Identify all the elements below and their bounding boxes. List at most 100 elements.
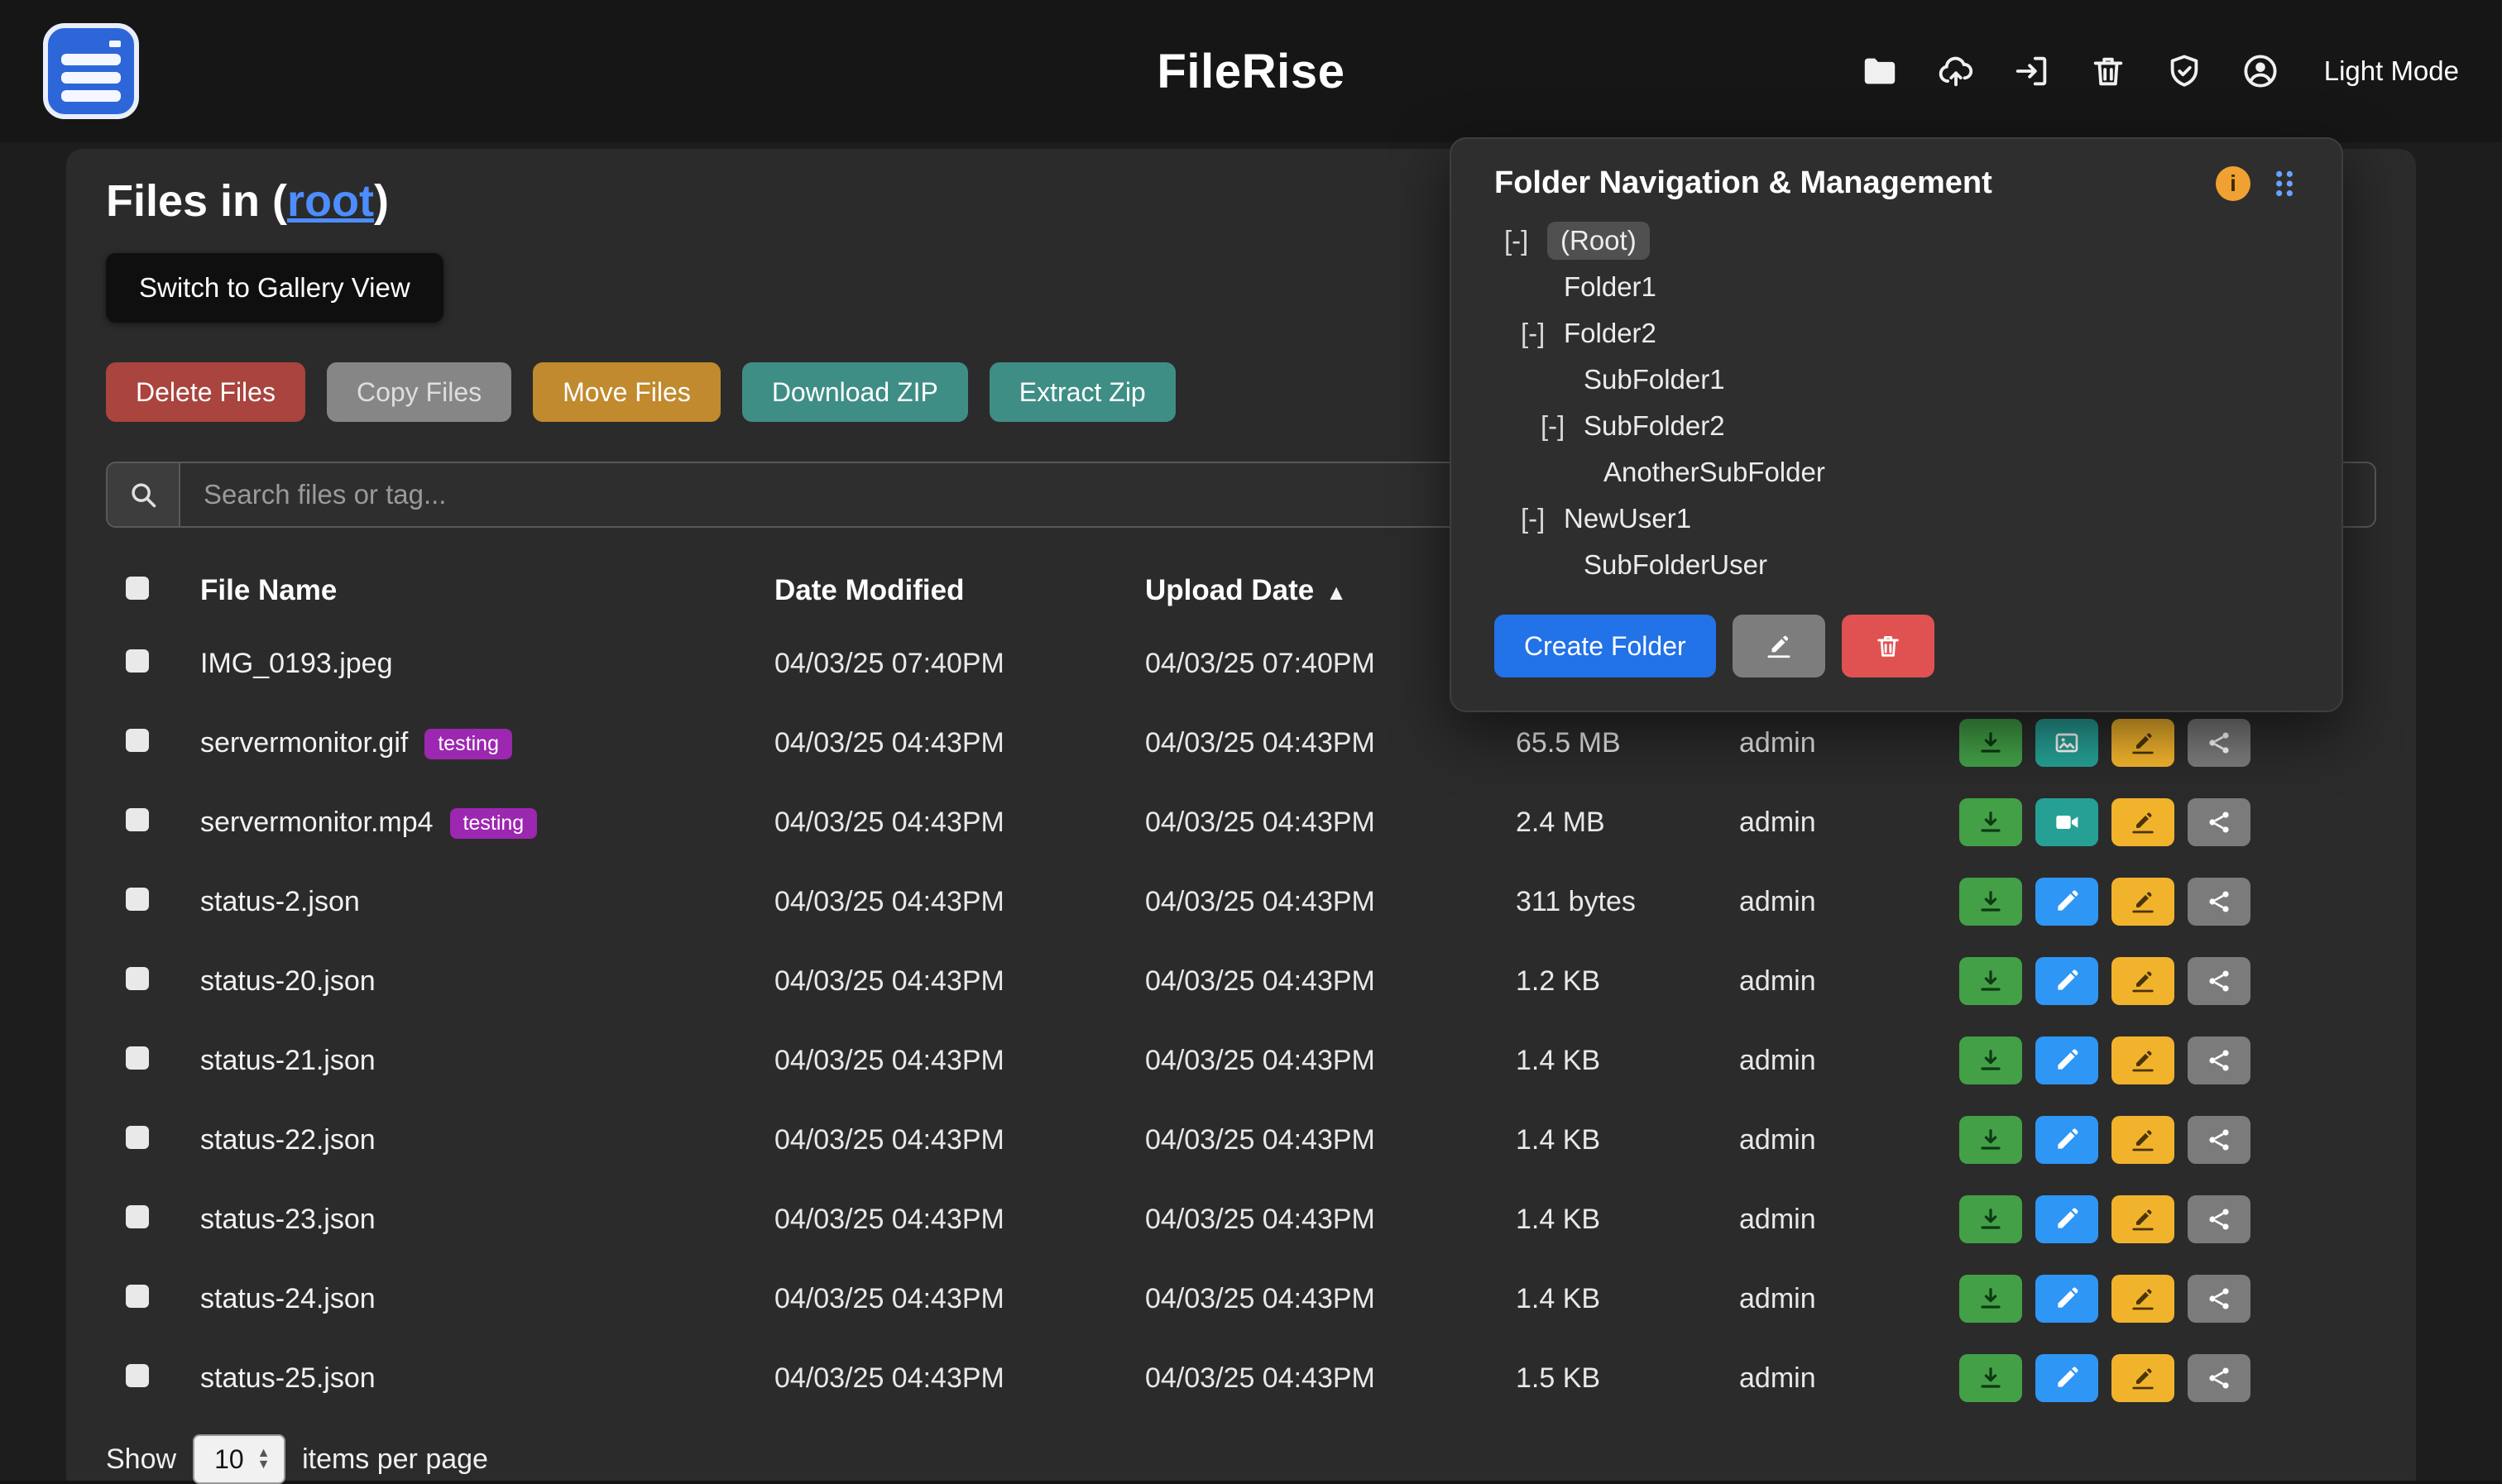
share-button[interactable]: [2188, 1354, 2250, 1402]
tree-item-label[interactable]: SubFolder1: [1584, 364, 1725, 395]
collapse-toggle[interactable]: [-]: [1521, 318, 1564, 349]
share-button[interactable]: [2188, 719, 2250, 767]
share-button[interactable]: [2188, 1036, 2250, 1084]
root-breadcrumb-link[interactable]: root: [287, 176, 374, 226]
tree-item-label[interactable]: SubFolder2: [1584, 410, 1725, 442]
tree-item-label[interactable]: NewUser1: [1564, 503, 1691, 534]
collapse-toggle[interactable]: [-]: [1541, 410, 1584, 442]
row-checkbox[interactable]: [126, 1285, 149, 1308]
row-checkbox[interactable]: [126, 967, 149, 990]
file-name-link[interactable]: servermonitor.mp4: [200, 807, 434, 838]
share-button[interactable]: [2188, 957, 2250, 1005]
row-checkbox[interactable]: [126, 1046, 149, 1070]
edit-button[interactable]: [2035, 957, 2098, 1005]
edit-button[interactable]: [2035, 1354, 2098, 1402]
file-name-link[interactable]: IMG_0193.jpeg: [200, 648, 393, 679]
trash-icon[interactable]: [2089, 52, 2127, 90]
drag-handle-icon[interactable]: [2270, 168, 2298, 199]
header-date-modified[interactable]: Date Modified: [774, 574, 1145, 607]
file-name-link[interactable]: status-22.json: [200, 1124, 376, 1156]
tree-item-anothersubfolder[interactable]: AnotherSubFolder: [1494, 449, 2298, 495]
tree-item-root[interactable]: [-] (Root): [1494, 218, 2298, 264]
row-checkbox[interactable]: [126, 1126, 149, 1149]
rename-button[interactable]: [2111, 1036, 2174, 1084]
file-name-link[interactable]: status-20.json: [200, 965, 376, 997]
select-all-checkbox[interactable]: [126, 577, 149, 600]
download-button[interactable]: [1959, 1036, 2022, 1084]
gallery-view-button[interactable]: Switch to Gallery View: [106, 253, 443, 323]
tree-item-folder2[interactable]: [-] Folder2: [1494, 310, 2298, 357]
rename-folder-button[interactable]: [1733, 615, 1825, 677]
tree-item-label[interactable]: SubFolderUser: [1584, 549, 1767, 581]
file-name-link[interactable]: status-23.json: [200, 1204, 376, 1235]
cloud-upload-icon[interactable]: [1937, 52, 1975, 90]
tree-item-newuser1[interactable]: [-] NewUser1: [1494, 495, 2298, 542]
folder-icon[interactable]: [1861, 52, 1899, 90]
download-button[interactable]: [1959, 719, 2022, 767]
move-files-button[interactable]: Move Files: [533, 362, 721, 422]
tree-item-label[interactable]: Folder2: [1564, 318, 1656, 349]
download-zip-button[interactable]: Download ZIP: [742, 362, 968, 422]
shield-check-icon[interactable]: [2165, 52, 2203, 90]
edit-button[interactable]: [2035, 1275, 2098, 1323]
rename-button[interactable]: [2111, 1116, 2174, 1164]
download-button[interactable]: [1959, 1195, 2022, 1243]
items-per-page-select[interactable]: 10: [193, 1434, 285, 1484]
edit-button[interactable]: [2035, 878, 2098, 926]
logout-icon[interactable]: [2013, 52, 2051, 90]
rename-button[interactable]: [2111, 1354, 2174, 1402]
file-tag[interactable]: testing: [424, 729, 512, 759]
copy-files-button[interactable]: Copy Files: [327, 362, 511, 422]
header-file-name[interactable]: File Name: [200, 574, 774, 607]
rename-button[interactable]: [2111, 1275, 2174, 1323]
tree-item-folder1[interactable]: Folder1: [1494, 264, 2298, 310]
download-button[interactable]: [1959, 798, 2022, 846]
tree-item-subfolderuser[interactable]: SubFolderUser: [1494, 542, 2298, 588]
download-button[interactable]: [1959, 957, 2022, 1005]
share-button[interactable]: [2188, 798, 2250, 846]
row-checkbox[interactable]: [126, 808, 149, 831]
account-circle-icon[interactable]: [2241, 52, 2279, 90]
filerise-logo-icon[interactable]: [43, 23, 139, 119]
share-button[interactable]: [2188, 1195, 2250, 1243]
rename-button[interactable]: [2111, 719, 2174, 767]
rename-button[interactable]: [2111, 1195, 2174, 1243]
edit-button[interactable]: [2035, 1195, 2098, 1243]
row-checkbox[interactable]: [126, 729, 149, 752]
row-checkbox[interactable]: [126, 888, 149, 911]
rename-button[interactable]: [2111, 878, 2174, 926]
delete-folder-button[interactable]: [1842, 615, 1934, 677]
tree-item-subfolder1[interactable]: SubFolder1: [1494, 357, 2298, 403]
search-icon[interactable]: [108, 463, 180, 526]
file-tag[interactable]: testing: [450, 808, 538, 839]
share-button[interactable]: [2188, 1116, 2250, 1164]
rename-button[interactable]: [2111, 798, 2174, 846]
light-mode-toggle[interactable]: Light Mode: [2324, 55, 2459, 87]
row-checkbox[interactable]: [126, 649, 149, 673]
share-button[interactable]: [2188, 1275, 2250, 1323]
create-folder-button[interactable]: Create Folder: [1494, 615, 1716, 677]
preview-image-button[interactable]: [2035, 719, 2098, 767]
tree-item-subfolder2[interactable]: [-] SubFolder2: [1494, 403, 2298, 449]
edit-button[interactable]: [2035, 1036, 2098, 1084]
file-name-link[interactable]: servermonitor.gif: [200, 727, 408, 759]
download-button[interactable]: [1959, 878, 2022, 926]
row-checkbox[interactable]: [126, 1205, 149, 1228]
tree-item-label[interactable]: Folder1: [1564, 271, 1656, 303]
file-name-link[interactable]: status-25.json: [200, 1362, 376, 1394]
tree-item-label[interactable]: AnotherSubFolder: [1603, 457, 1825, 488]
delete-files-button[interactable]: Delete Files: [106, 362, 305, 422]
share-button[interactable]: [2188, 878, 2250, 926]
file-name-link[interactable]: status-24.json: [200, 1283, 376, 1314]
download-button[interactable]: [1959, 1275, 2022, 1323]
rename-button[interactable]: [2111, 957, 2174, 1005]
file-name-link[interactable]: status-2.json: [200, 886, 360, 917]
file-name-link[interactable]: status-21.json: [200, 1045, 376, 1076]
download-button[interactable]: [1959, 1116, 2022, 1164]
download-button[interactable]: [1959, 1354, 2022, 1402]
collapse-toggle[interactable]: [-]: [1504, 225, 1547, 256]
tree-item-label[interactable]: (Root): [1547, 222, 1650, 260]
info-icon[interactable]: [2216, 166, 2250, 201]
collapse-toggle[interactable]: [-]: [1521, 503, 1564, 534]
row-checkbox[interactable]: [126, 1364, 149, 1387]
